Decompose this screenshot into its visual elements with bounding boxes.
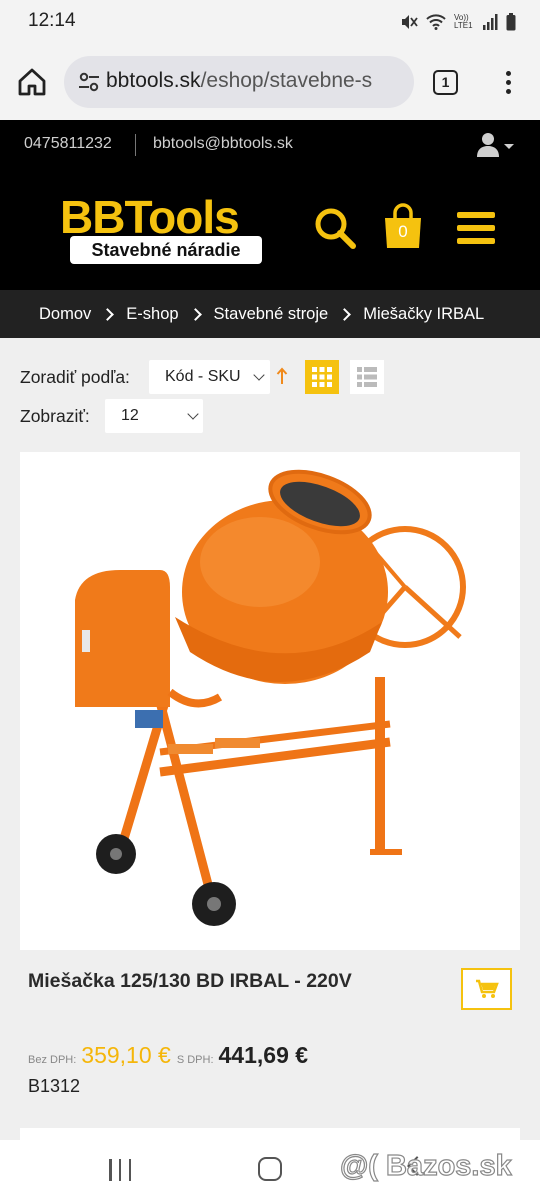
- url-path: /eshop/stavebne-s: [200, 69, 373, 92]
- product-card[interactable]: [20, 452, 520, 950]
- net-price: 359,10 €: [81, 1042, 171, 1068]
- signal-icon: [483, 14, 498, 30]
- url-text[interactable]: bbtools.sk/eshop/stavebne-s: [106, 69, 372, 93]
- site-logo[interactable]: BBTools Stavebné náradie: [60, 194, 264, 266]
- sort-direction-icon[interactable]: [276, 366, 288, 386]
- logo-brand: BBTools: [60, 191, 240, 243]
- contact-phone[interactable]: 0475811232: [24, 135, 112, 153]
- battery-icon: [506, 13, 516, 31]
- breadcrumb-item-mixers[interactable]: Miešačky IRBAL: [363, 305, 484, 324]
- recent-apps-icon[interactable]: [109, 1159, 131, 1181]
- add-to-cart-button[interactable]: [461, 968, 512, 1010]
- chevron-right-icon: [338, 307, 352, 321]
- show-label: Zobraziť:: [20, 406, 90, 426]
- url-host: bbtools.sk: [106, 69, 201, 92]
- status-time: 12:14: [28, 10, 76, 31]
- per-page-value: 12: [121, 407, 139, 424]
- grid-view-button[interactable]: [305, 360, 339, 394]
- cart-count: 0: [398, 222, 408, 241]
- divider: [135, 134, 136, 156]
- mute-icon: [402, 15, 418, 29]
- breadcrumb-item-home[interactable]: Domov: [39, 305, 91, 324]
- gross-price-label: S DPH:: [176, 1054, 214, 1066]
- address-bar[interactable]: bbtools.sk/eshop/stavebne-s: [64, 56, 414, 108]
- browser-toolbar: bbtools.sk/eshop/stavebne-s 1: [0, 44, 540, 120]
- status-icons: Vo)) LTE1: [400, 12, 516, 32]
- wifi-icon: [426, 14, 446, 30]
- sort-label: Zoradiť podľa:: [20, 367, 130, 387]
- gross-price: 441,69 €: [218, 1042, 309, 1068]
- product-image[interactable]: [20, 452, 520, 950]
- status-bar: 12:14 Vo)) LTE1: [0, 0, 540, 44]
- sort-select[interactable]: Kód - SKU: [149, 360, 270, 394]
- contact-email[interactable]: bbtools@bbtools.sk: [153, 135, 293, 153]
- site-settings-icon[interactable]: [78, 72, 100, 92]
- chevron-down-icon: [187, 408, 199, 420]
- list-icon: [357, 367, 377, 387]
- per-page-select[interactable]: 12: [105, 399, 203, 433]
- logo-tagline: Stavebné náradie: [70, 236, 262, 264]
- volte-icon: Vo)) LTE1: [454, 13, 473, 30]
- product-title[interactable]: Miešačka 125/130 BD IRBAL - 220V: [28, 970, 352, 993]
- cart-icon: [476, 979, 499, 998]
- tab-switcher-button[interactable]: 1: [433, 70, 458, 95]
- home-icon[interactable]: [16, 66, 48, 98]
- sort-value: Kód - SKU: [165, 368, 241, 385]
- list-view-button[interactable]: [350, 360, 384, 394]
- user-account-icon[interactable]: [476, 132, 516, 158]
- breadcrumb: Domov E-shop Stavebné stroje Miešačky IR…: [0, 290, 540, 338]
- breadcrumb-item-eshop[interactable]: E-shop: [126, 305, 178, 324]
- chevron-right-icon: [101, 307, 115, 321]
- search-icon[interactable]: [313, 206, 357, 250]
- system-home-icon[interactable]: [258, 1157, 282, 1181]
- breadcrumb-item-construction-machines[interactable]: Stavebné stroje: [214, 305, 329, 324]
- hamburger-menu-icon[interactable]: [457, 212, 495, 244]
- site-header: BBTools Stavebné náradie 0: [0, 170, 540, 290]
- cart-button[interactable]: 0: [381, 202, 425, 250]
- chevron-down-icon: [253, 369, 265, 381]
- browser-menu-icon[interactable]: [500, 68, 516, 98]
- site-topbar: 0475811232 bbtools@bbtools.sk: [0, 120, 540, 170]
- price-row: Bez DPH: 359,10 € S DPH: 441,69 €: [28, 1042, 308, 1072]
- product-sku: B1312: [28, 1076, 81, 1096]
- watermark: @( Bazos.sk: [339, 1149, 512, 1182]
- grid-icon: [312, 367, 332, 387]
- chevron-right-icon: [188, 307, 202, 321]
- net-price-label: Bez DPH:: [28, 1054, 77, 1066]
